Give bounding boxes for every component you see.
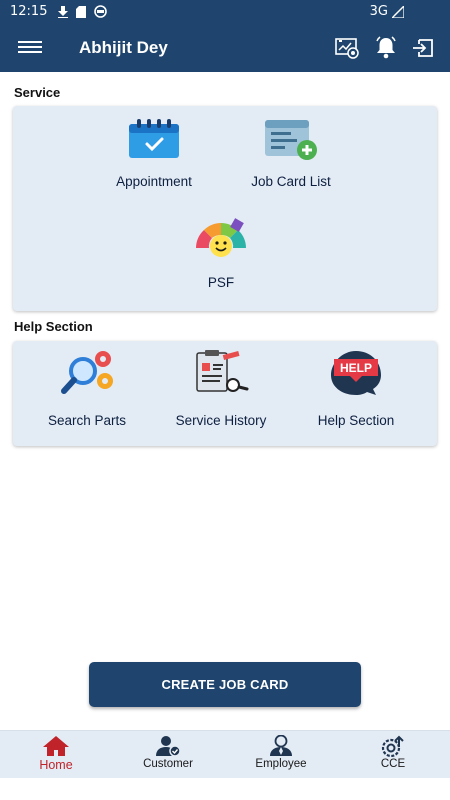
help-card: Search Parts Service History HELP Help S… bbox=[13, 341, 437, 446]
job-card-list-label: Job Card List bbox=[251, 174, 331, 189]
help-section-label: Help Section bbox=[14, 319, 93, 334]
service-history-tile[interactable]: Service History bbox=[166, 349, 276, 428]
employee-icon bbox=[270, 735, 292, 756]
create-job-card-button[interactable]: CREATE JOB CARD bbox=[89, 662, 361, 707]
download-icon bbox=[58, 5, 68, 18]
nav-customer[interactable]: Customer bbox=[123, 735, 213, 770]
nav-home-label: Home bbox=[39, 758, 73, 772]
search-parts-label: Search Parts bbox=[47, 413, 127, 428]
service-section-label: Service bbox=[14, 85, 61, 100]
signal-icon bbox=[392, 5, 404, 18]
bottom-nav: Home Customer Employee CCE bbox=[0, 730, 450, 778]
status-bar: 12:15 3G bbox=[0, 0, 450, 24]
page-title: Abhijit Dey bbox=[79, 38, 168, 57]
sync-icon bbox=[94, 5, 107, 18]
bell-icon[interactable] bbox=[372, 34, 400, 62]
nav-employee-label: Employee bbox=[255, 758, 307, 770]
help-section-tile[interactable]: HELP Help Section bbox=[311, 349, 401, 428]
app-bar: Abhijit Dey bbox=[0, 24, 450, 72]
status-time: 12:15 bbox=[10, 4, 48, 19]
smiley-meter-icon bbox=[196, 218, 246, 257]
search-parts-tile[interactable]: Search Parts bbox=[33, 349, 141, 428]
psf-label: PSF bbox=[207, 275, 235, 290]
job-card-list-tile[interactable]: Job Card List bbox=[241, 118, 341, 189]
help-section-tile-label: Help Section bbox=[317, 413, 395, 428]
appointment-tile[interactable]: Appointment bbox=[99, 118, 209, 189]
nav-employee[interactable]: Employee bbox=[236, 735, 326, 770]
calendar-check-icon bbox=[129, 119, 179, 158]
service-card: Appointment Job Card List PSF bbox=[13, 106, 437, 311]
svg-text:HELP: HELP bbox=[340, 361, 372, 375]
service-history-label: Service History bbox=[175, 413, 267, 428]
help-bubble-icon: HELP bbox=[331, 351, 381, 395]
nav-customer-label: Customer bbox=[143, 758, 193, 770]
nav-cce-label: CCE bbox=[380, 758, 406, 770]
appointment-label: Appointment bbox=[116, 174, 192, 189]
dashboard-chart-icon[interactable] bbox=[334, 34, 362, 62]
search-gears-icon bbox=[61, 351, 113, 394]
system-nav-area bbox=[0, 778, 450, 800]
nav-home[interactable]: Home bbox=[11, 735, 101, 772]
menu-button[interactable] bbox=[18, 38, 42, 58]
list-add-icon bbox=[265, 120, 317, 160]
customer-icon bbox=[156, 736, 181, 757]
psf-tile[interactable]: PSF bbox=[181, 218, 261, 290]
clipboard-magnifier-icon bbox=[196, 350, 249, 392]
home-icon bbox=[43, 736, 69, 756]
network-type: 3G bbox=[369, 4, 388, 19]
nav-cce[interactable]: CCE bbox=[348, 735, 438, 770]
sd-card-icon bbox=[76, 5, 86, 18]
cce-icon bbox=[381, 735, 404, 757]
logout-icon[interactable] bbox=[410, 34, 438, 62]
